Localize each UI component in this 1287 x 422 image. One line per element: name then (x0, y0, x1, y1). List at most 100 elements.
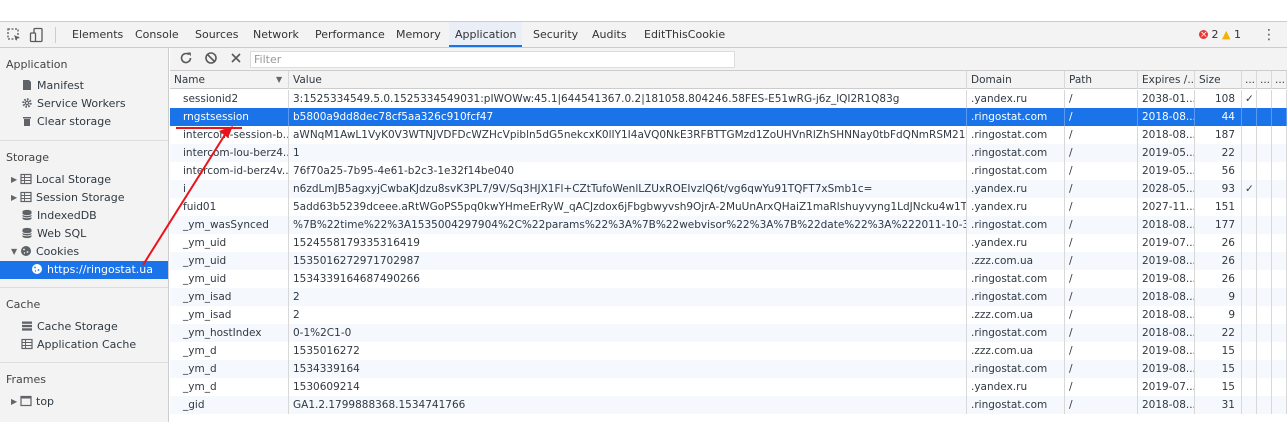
cell-e3 (1272, 270, 1287, 288)
table-row[interactable]: sessionid2 3:1525334549.5.0.1525334549031… (170, 90, 1287, 108)
tab-performance[interactable]: Performance (309, 22, 391, 47)
cell-size: 151 (1195, 198, 1242, 216)
collapse-triangle-icon[interactable]: ▼ (11, 243, 20, 261)
column-header-domain[interactable]: Domain (967, 71, 1065, 89)
column-header-samesite[interactable]: ... (1272, 71, 1287, 89)
cell-e1 (1242, 108, 1257, 126)
cell-path: / (1065, 162, 1138, 180)
cell-e2 (1257, 234, 1272, 252)
table-row[interactable]: _ym_wasSynced %7B%22time%22%3A15350042979… (170, 216, 1287, 234)
table-row[interactable]: rngstsession b5800a9dd8dec78cf5aa326c910f… (170, 108, 1287, 126)
sidebar-item-cookies[interactable]: ▼ Cookies (11, 243, 79, 261)
cell-size: 15 (1195, 342, 1242, 360)
column-header-path[interactable]: Path (1065, 71, 1138, 89)
table-row[interactable]: _ym_uid 1534339164687490266 .ringostat.com… (170, 270, 1287, 288)
table-row[interactable]: _ym_uid 1535016272971702987 .zzz.com.ua/20… (170, 252, 1287, 270)
console-status-badge[interactable]: 2 ▲ 1 (1199, 27, 1241, 43)
cell-domain: .zzz.com.ua (967, 306, 1065, 324)
sidebar-item-clear-storage[interactable]: Clear storage (21, 113, 111, 131)
cell-name: _ym_uid (170, 252, 289, 270)
expand-triangle-icon[interactable]: ▶ (11, 171, 20, 189)
cell-name: intercom-id-berz4v... (170, 162, 289, 180)
cell-e1 (1242, 360, 1257, 378)
application-sidebar: Application Manifest Service Workers Cle… (0, 48, 169, 422)
column-header-size[interactable]: Size (1195, 71, 1242, 89)
tab-console[interactable]: Console (129, 22, 185, 47)
tab-memory[interactable]: Memory (390, 22, 447, 47)
table-row[interactable]: _ym_d 1534339164 .ringostat.com/2019-08...… (170, 360, 1287, 378)
table-row[interactable]: _gid GA1.2.1799888368.1534741766 .ringosta… (170, 396, 1287, 414)
clear-all-icon[interactable] (203, 51, 219, 67)
cell-name: _ym_isad (170, 306, 289, 324)
cell-expires: 2019-05... (1138, 162, 1195, 180)
column-header-expires[interactable]: Expires /... (1138, 71, 1195, 89)
table-row[interactable]: _ym_hostIndex 0-1%2C1-0 .ringostat.com/201… (170, 324, 1287, 342)
tab-elements[interactable]: Elements (66, 22, 129, 47)
filter-input[interactable] (250, 51, 735, 68)
tab-security[interactable]: Security (527, 22, 584, 47)
cell-name: intercom-session-b... (170, 126, 289, 144)
cell-size: 108 (1195, 90, 1242, 108)
sidebar-item-label: top (36, 395, 55, 408)
cell-domain: .ringostat.com (967, 396, 1065, 414)
sidebar-item-service-workers[interactable]: Service Workers (21, 95, 126, 113)
sidebar-item-session-storage[interactable]: ▶ Session Storage (11, 189, 125, 207)
column-header-value[interactable]: Value (289, 71, 967, 89)
sidebar-item-cookie-origin[interactable]: https://ringostat.ua (0, 261, 168, 279)
cookie-icon (20, 245, 32, 257)
sidebar-item-web-sql[interactable]: Web SQL (21, 225, 86, 243)
cell-value: b5800a9dd8dec78cf5aa326c910fcf47 (289, 108, 967, 126)
warning-icon: ▲ (1222, 28, 1231, 41)
cell-expires: 2038-01... (1138, 90, 1195, 108)
column-header-name[interactable]: Name (170, 71, 289, 89)
delete-selected-icon[interactable] (228, 51, 244, 67)
tab-editthiscookie[interactable]: EditThisCookie (638, 22, 731, 47)
table-row[interactable]: _ym_d 1530609214 .yandex.ru/2019-07... 15 (170, 378, 1287, 396)
inspect-element-icon[interactable] (6, 27, 22, 43)
sidebar-item-frame-top[interactable]: ▶ top (11, 393, 54, 411)
table-row[interactable]: intercom-id-berz4v... 76f70a25-7b95-4e61-… (170, 162, 1287, 180)
cell-e2 (1257, 270, 1272, 288)
column-header-secure[interactable]: ... (1257, 71, 1272, 89)
expand-triangle-icon[interactable]: ▶ (11, 393, 20, 411)
table-row[interactable]: _ym_isad 2 .ringostat.com/2018-08... 9 (170, 288, 1287, 306)
cell-path: / (1065, 216, 1138, 234)
tab-audits[interactable]: Audits (586, 22, 633, 47)
more-options-icon[interactable]: ⋮ (1262, 27, 1276, 43)
table-row[interactable]: _ym_uid 1524558179335316419 .yandex.ru/201… (170, 234, 1287, 252)
table-row[interactable]: intercom-session-b... aWNqM1AwL1VyK0V3WTN… (170, 126, 1287, 144)
cell-value: 2 (289, 306, 967, 324)
grid-icon (21, 338, 33, 350)
cell-expires: 2018-08... (1138, 288, 1195, 306)
refresh-icon[interactable] (178, 51, 194, 67)
trash-icon (21, 115, 33, 127)
cell-expires: 2027-11... (1138, 198, 1195, 216)
cell-value: 1 (289, 144, 967, 162)
tab-network[interactable]: Network (247, 22, 305, 47)
tab-application[interactable]: Application (449, 22, 523, 47)
cell-domain: .ringostat.com (967, 270, 1065, 288)
cell-e2 (1257, 180, 1272, 198)
cell-domain: .ringostat.com (967, 216, 1065, 234)
cell-path: / (1065, 270, 1138, 288)
table-row[interactable]: intercom-lou-berz4... 1 .ringostat.com/201… (170, 144, 1287, 162)
cell-e3 (1272, 378, 1287, 396)
sidebar-item-application-cache[interactable]: Application Cache (21, 336, 136, 354)
expand-triangle-icon[interactable]: ▶ (11, 189, 20, 207)
section-title-storage: Storage (6, 151, 50, 164)
table-row[interactable]: fuid01 5add63b5239dceee.aRtWGoPS5pq0kwYHm… (170, 198, 1287, 216)
section-divider (0, 362, 168, 363)
table-row[interactable]: i n6zdLmJB5agxyjCwbaKJdzu8svK3PL7/9V/Sq3H… (170, 180, 1287, 198)
cell-e3 (1272, 198, 1287, 216)
sidebar-item-local-storage[interactable]: ▶ Local Storage (11, 171, 111, 189)
sidebar-item-indexeddb[interactable]: IndexedDB (21, 207, 97, 225)
tab-sources[interactable]: Sources (189, 22, 245, 47)
sidebar-item-manifest[interactable]: Manifest (21, 77, 84, 95)
cell-path: / (1065, 324, 1138, 342)
device-toolbar-icon[interactable] (29, 27, 45, 43)
table-row[interactable]: _ym_isad 2 .zzz.com.ua/2018-08... 9 (170, 306, 1287, 324)
column-header-http[interactable]: ... (1242, 71, 1257, 89)
cell-path: / (1065, 234, 1138, 252)
sidebar-item-cache-storage[interactable]: Cache Storage (21, 318, 118, 336)
table-row[interactable]: _ym_d 1535016272 .zzz.com.ua/2019-08... 15 (170, 342, 1287, 360)
